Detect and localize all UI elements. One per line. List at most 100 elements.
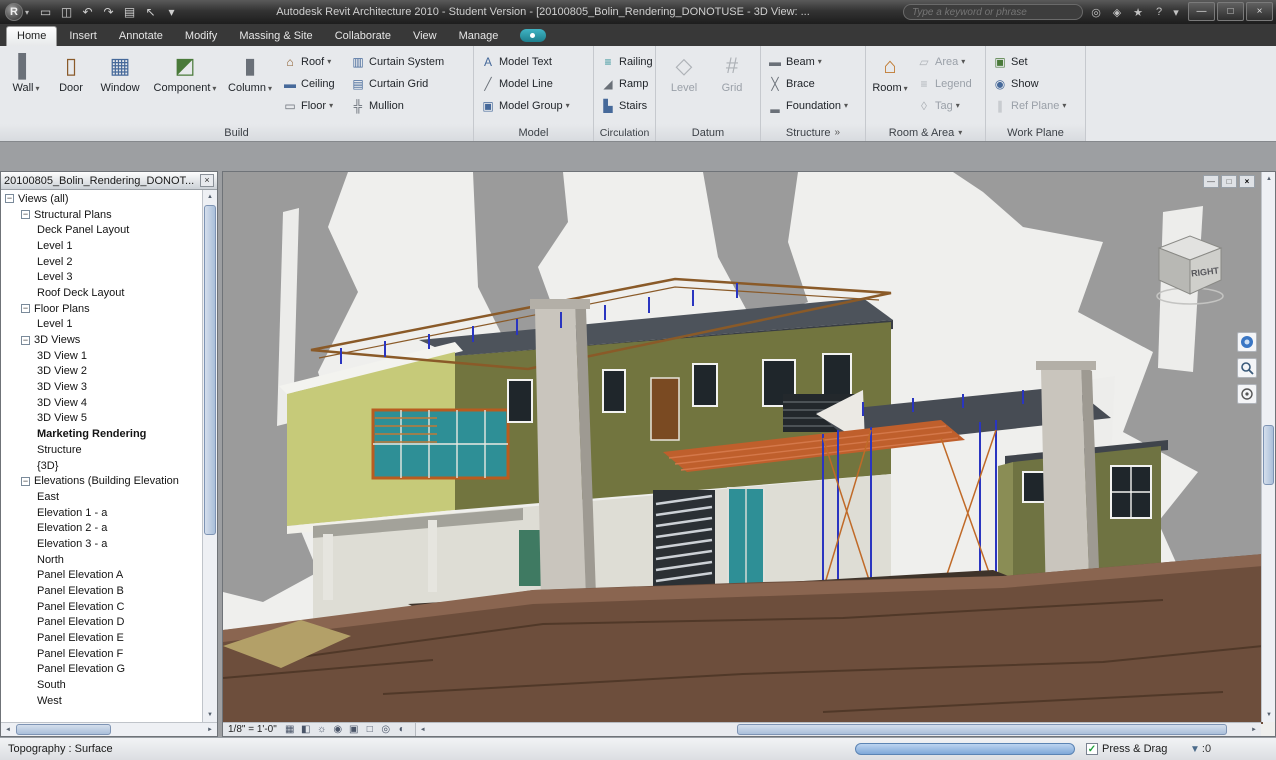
zoom-icon[interactable] bbox=[1237, 358, 1257, 378]
scale-button[interactable]: 1/8" = 1'-0" bbox=[228, 724, 280, 735]
viewport-vertical-scrollbar[interactable]: ▲ ▼ bbox=[1261, 172, 1275, 722]
brace-button[interactable]: ╳Brace bbox=[764, 73, 862, 94]
legend-button[interactable]: ≡Legend bbox=[913, 73, 979, 94]
tree-item[interactable]: 3D View 4 bbox=[1, 395, 202, 411]
tree-item[interactable]: Panel Elevation D bbox=[1, 615, 202, 631]
beam-button[interactable]: ▬Beam▾ bbox=[764, 51, 862, 72]
render-icon[interactable]: ◉ bbox=[330, 723, 346, 736]
close-button[interactable]: × bbox=[1246, 2, 1273, 21]
tree-collapse-icon[interactable]: − bbox=[21, 477, 30, 486]
panel-label-datum[interactable]: Datum bbox=[656, 124, 760, 141]
scroll-left-icon[interactable]: ◄ bbox=[1, 723, 15, 737]
tree-item[interactable]: Deck Panel Layout bbox=[1, 222, 202, 238]
communication-center-icon[interactable]: ◈ bbox=[1109, 6, 1125, 19]
level-button[interactable]: ◇ Level bbox=[661, 48, 707, 122]
model-group-button[interactable]: ▣Model Group▾ bbox=[477, 95, 589, 116]
panel-label-structure[interactable]: Structure» bbox=[761, 124, 865, 141]
press-drag-checkbox[interactable]: ✓ Press & Drag bbox=[1086, 743, 1167, 755]
orbit-icon[interactable] bbox=[1237, 384, 1257, 404]
tree-item[interactable]: Panel Elevation A bbox=[1, 568, 202, 584]
open-button[interactable]: ▭ bbox=[36, 3, 55, 22]
tree-item[interactable]: East bbox=[1, 489, 202, 505]
tab-annotate[interactable]: Annotate bbox=[109, 27, 173, 46]
tree-item[interactable]: {3D} bbox=[1, 458, 202, 474]
tag-button[interactable]: ◊Tag▾ bbox=[913, 95, 979, 116]
tree-item[interactable]: Panel Elevation B bbox=[1, 583, 202, 599]
tree-item[interactable]: Panel Elevation E bbox=[1, 630, 202, 646]
tree-item[interactable]: Elevation 2 - a bbox=[1, 520, 202, 536]
tree-item[interactable]: −3D Views bbox=[1, 332, 202, 348]
scrollbar-thumb[interactable] bbox=[16, 724, 111, 735]
panel-label-room-area[interactable]: Room & Area▾ bbox=[866, 124, 985, 141]
panel-label-build[interactable]: Build bbox=[0, 124, 473, 141]
tree-item[interactable]: −Floor Plans bbox=[1, 301, 202, 317]
browser-vertical-scrollbar[interactable]: ▲ ▼ bbox=[202, 190, 217, 722]
model-text-button[interactable]: AModel Text bbox=[477, 51, 589, 72]
save-button[interactable]: ◫ bbox=[57, 3, 76, 22]
column-button[interactable]: ▮ Column▾ bbox=[223, 48, 277, 122]
tree-collapse-icon[interactable]: − bbox=[21, 304, 30, 313]
tree-item[interactable]: −Elevations (Building Elevation bbox=[1, 473, 202, 489]
undo-button[interactable]: ↶ bbox=[78, 3, 97, 22]
crop-visibility-icon[interactable]: □ bbox=[362, 723, 378, 736]
detail-level-icon[interactable]: ▦ bbox=[282, 723, 298, 736]
ceiling-button[interactable]: ▬Ceiling bbox=[279, 73, 345, 94]
panel-label-work-plane[interactable]: Work Plane bbox=[986, 124, 1085, 141]
crop-region-icon[interactable]: ▣ bbox=[346, 723, 362, 736]
panel-label-circulation[interactable]: Circulation bbox=[594, 124, 655, 141]
temporary-hide-icon[interactable]: ◎ bbox=[378, 723, 394, 736]
status-scrollbar[interactable] bbox=[855, 743, 1075, 755]
tree-item[interactable]: North bbox=[1, 552, 202, 568]
wall-button[interactable]: ▌ Wall▾ bbox=[3, 48, 49, 122]
search-input[interactable] bbox=[912, 7, 1074, 18]
tree-item[interactable]: −Views (all) bbox=[1, 191, 202, 207]
tab-modify[interactable]: Modify bbox=[175, 27, 227, 46]
tree-collapse-icon[interactable]: − bbox=[21, 210, 30, 219]
tab-insert[interactable]: Insert bbox=[59, 27, 107, 46]
tree-item[interactable]: Level 3 bbox=[1, 269, 202, 285]
railing-button[interactable]: ≡Railing bbox=[597, 51, 653, 72]
tree-item[interactable]: Elevation 1 - a bbox=[1, 505, 202, 521]
scroll-right-icon[interactable]: ► bbox=[1247, 723, 1261, 737]
show-button[interactable]: ◉Show bbox=[989, 73, 1081, 94]
tree-item[interactable]: 3D View 5 bbox=[1, 411, 202, 427]
scroll-up-icon[interactable]: ▲ bbox=[1262, 172, 1276, 186]
panel-label-model[interactable]: Model bbox=[474, 124, 593, 141]
scrollbar-thumb[interactable] bbox=[1263, 425, 1274, 485]
curtain-system-button[interactable]: ▥Curtain System bbox=[347, 51, 449, 72]
foundation-button[interactable]: ▂Foundation▾ bbox=[764, 95, 862, 116]
tab-manage[interactable]: Manage bbox=[449, 27, 509, 46]
tree-item[interactable]: Panel Elevation F bbox=[1, 646, 202, 662]
help-dropdown-icon[interactable]: ▾ bbox=[1172, 6, 1180, 19]
view-close-icon[interactable]: × bbox=[1239, 175, 1255, 188]
minimize-button[interactable]: — bbox=[1188, 2, 1215, 21]
tab-collaborate[interactable]: Collaborate bbox=[325, 27, 401, 46]
scroll-down-icon[interactable]: ▼ bbox=[1262, 708, 1276, 722]
steering-wheel-icon[interactable] bbox=[1237, 332, 1257, 352]
ramp-button[interactable]: ◢Ramp bbox=[597, 73, 653, 94]
graphics-style-icon[interactable]: ◧ bbox=[298, 723, 314, 736]
tab-massing-site[interactable]: Massing & Site bbox=[229, 27, 322, 46]
viewport-horizontal-scrollbar[interactable]: ◄ ► bbox=[416, 723, 1261, 736]
restore-button[interactable]: □ bbox=[1217, 2, 1244, 21]
mullion-button[interactable]: ╬Mullion bbox=[347, 95, 449, 116]
help-icon[interactable]: ? bbox=[1151, 6, 1167, 18]
scrollbar-thumb[interactable] bbox=[737, 724, 1227, 735]
reveal-hidden-icon[interactable]: ◐ bbox=[394, 723, 410, 736]
floor-button[interactable]: ▭Floor▾ bbox=[279, 95, 345, 116]
tree-item[interactable]: −Structural Plans bbox=[1, 207, 202, 223]
redo-button[interactable]: ↷ bbox=[99, 3, 118, 22]
3d-model-view[interactable] bbox=[223, 172, 1263, 724]
tree-item[interactable]: Panel Elevation G bbox=[1, 662, 202, 678]
checkbox-check-icon[interactable]: ✓ bbox=[1086, 743, 1098, 755]
search-binoculars-icon[interactable]: ◎ bbox=[1088, 6, 1104, 19]
set-button[interactable]: ▣Set bbox=[989, 51, 1081, 72]
tree-item[interactable]: West bbox=[1, 693, 202, 709]
shadows-off-icon[interactable]: ☼ bbox=[314, 723, 330, 736]
tree-item[interactable]: 3D View 3 bbox=[1, 379, 202, 395]
tab-home[interactable]: Home bbox=[6, 26, 57, 46]
print-button[interactable]: ▤ bbox=[120, 3, 139, 22]
tree-item[interactable]: Roof Deck Layout bbox=[1, 285, 202, 301]
scroll-right-icon[interactable]: ► bbox=[203, 723, 217, 737]
component-button[interactable]: ◩ Component▾ bbox=[149, 48, 221, 122]
